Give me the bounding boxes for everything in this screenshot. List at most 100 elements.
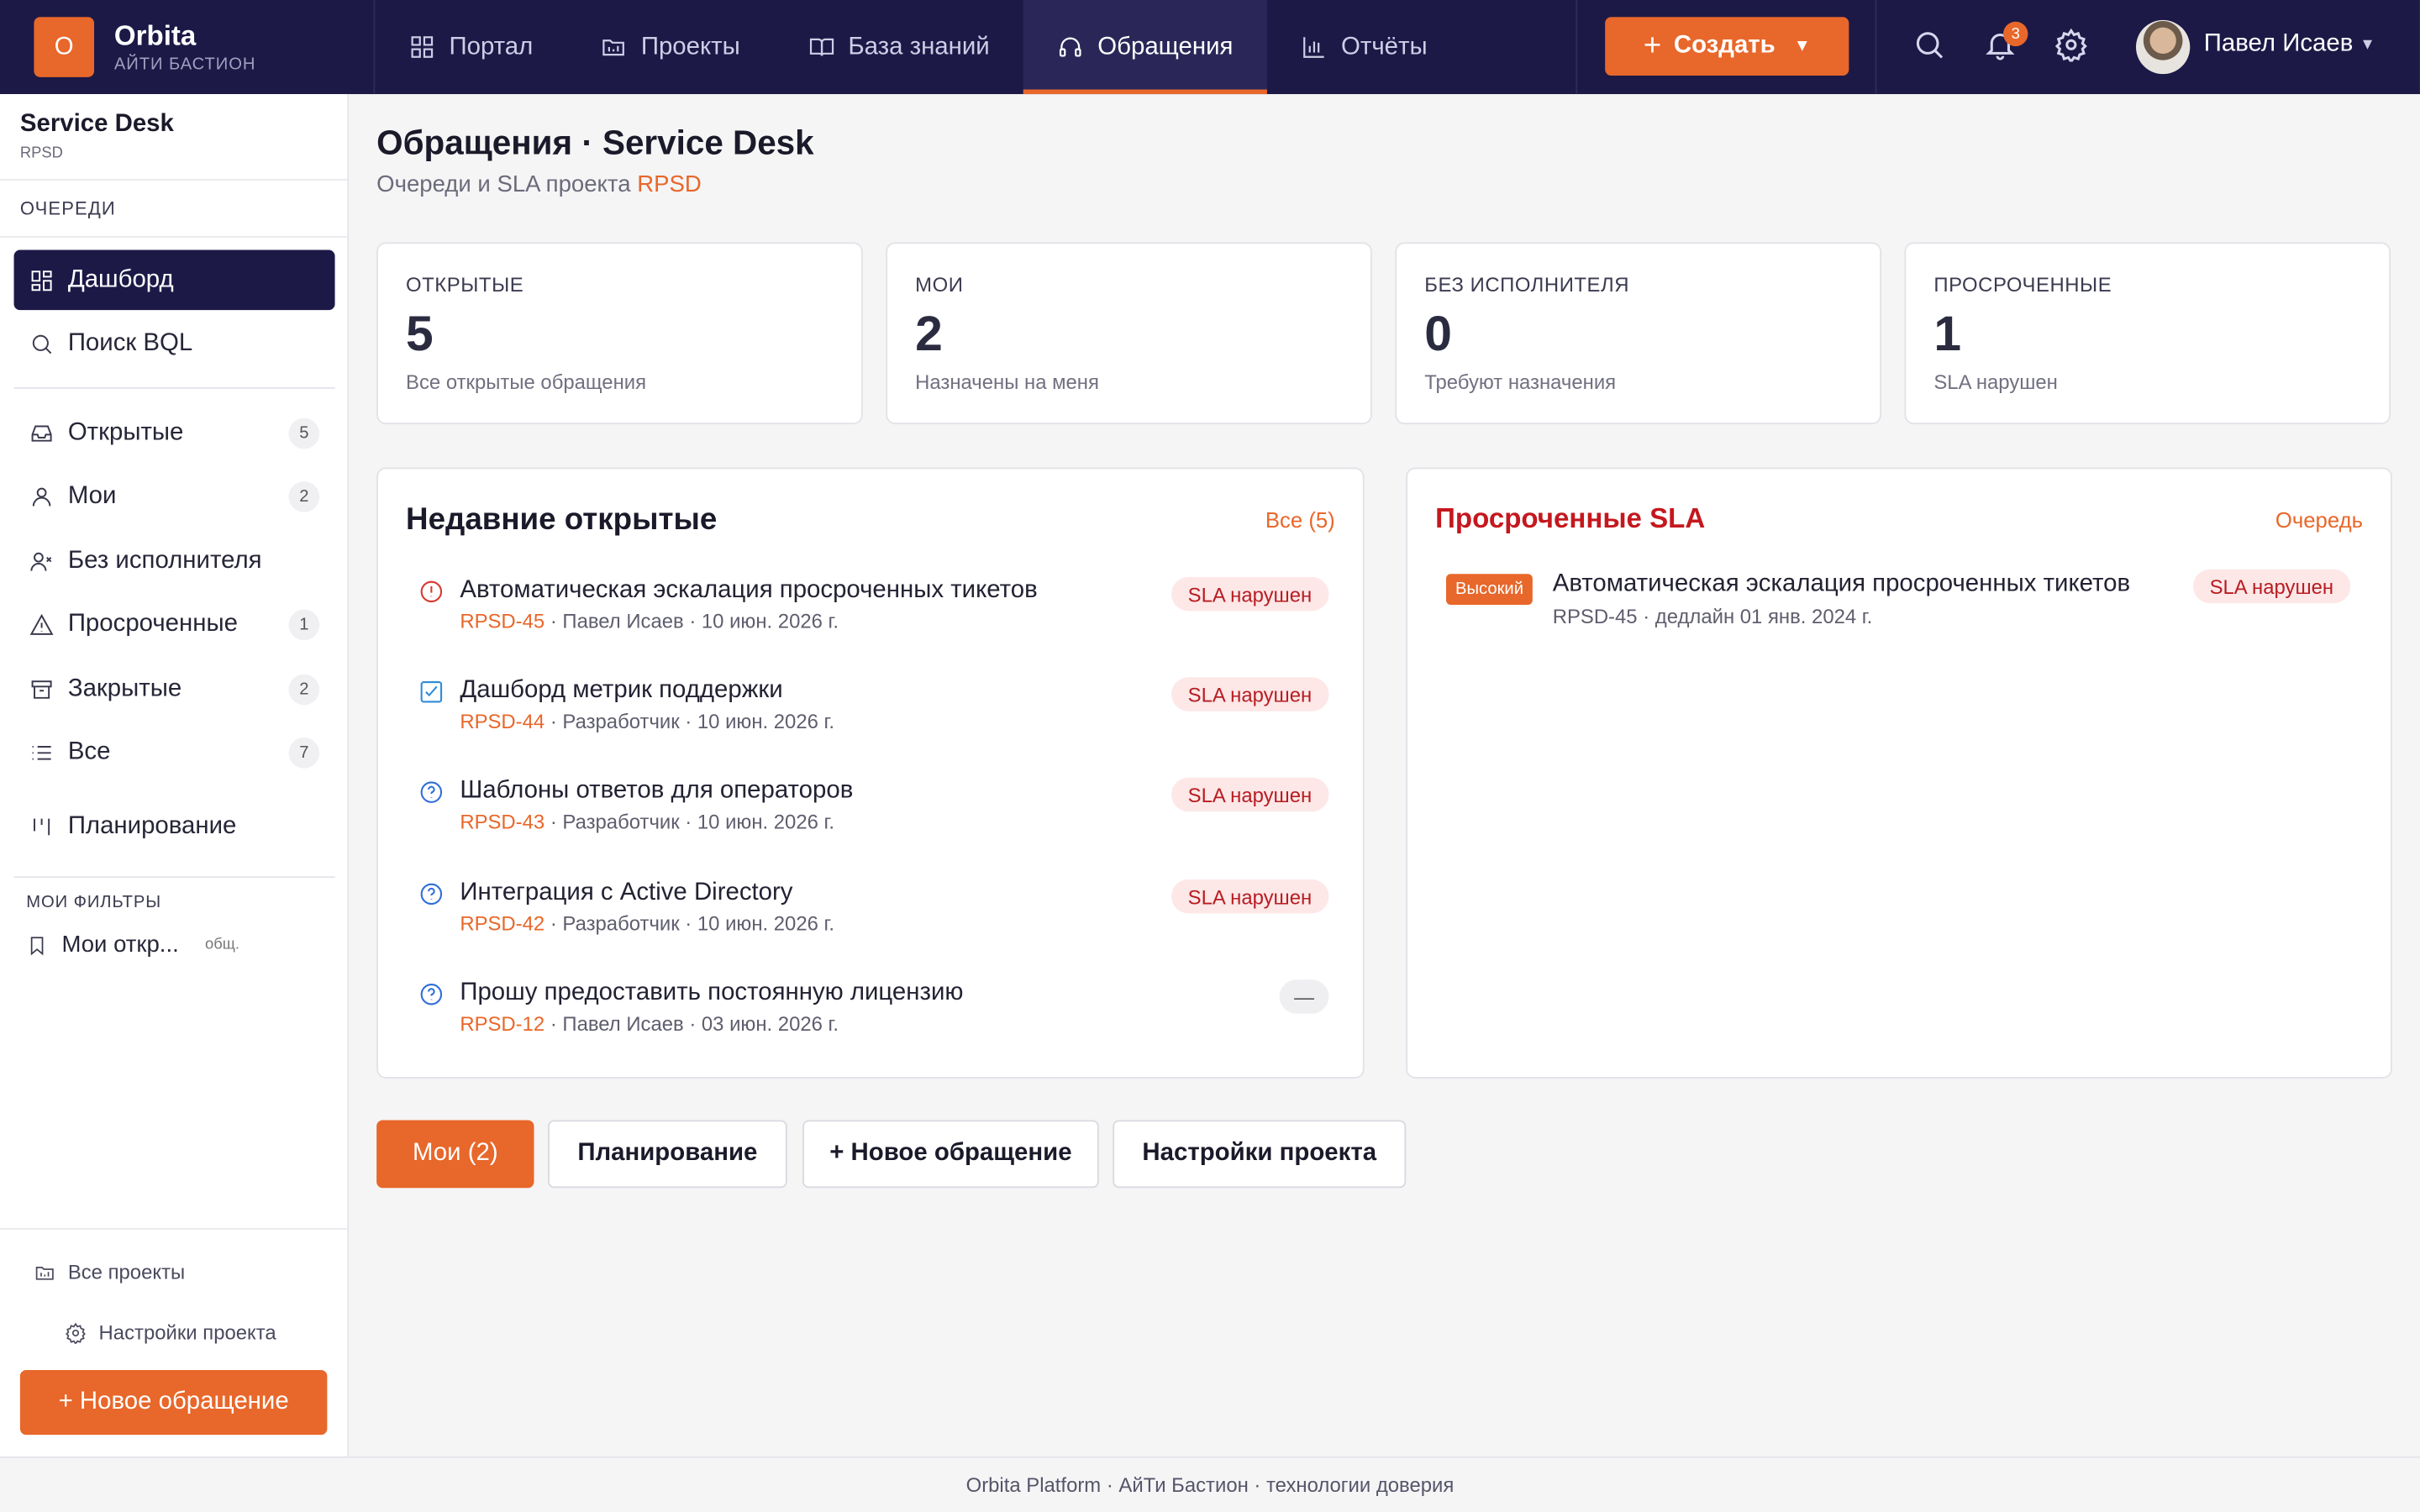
gear-icon bbox=[66, 1321, 86, 1343]
sidebar-item-label: Просроченные bbox=[67, 610, 238, 637]
sidebar-item-bql-search[interactable]: Поиск BQL bbox=[14, 313, 335, 374]
stat-card-mine[interactable]: МОИ 2 Назначены на меня bbox=[886, 242, 1372, 425]
ticket-meta: RPSD-45 · дедлайн 01 янв. 2024 г. bbox=[1552, 604, 1873, 628]
sidebar-item-all[interactable]: Все 7 bbox=[14, 722, 335, 783]
sidebar-item-closed[interactable]: Закрытые 2 bbox=[14, 659, 335, 719]
sidebar-section-title: ОЧЕРЕДИ bbox=[0, 181, 348, 238]
project-settings-link[interactable]: Настройки проекта bbox=[65, 1320, 276, 1344]
sidebar-item-open[interactable]: Открытые 5 bbox=[14, 402, 335, 463]
stat-card-open[interactable]: ОТКРЫТЫЕ 5 Все открытые обращения bbox=[376, 242, 863, 425]
overdue-ticket-row[interactable]: Высокий Автоматическая эскалация просроч… bbox=[1445, 569, 2351, 633]
search-button[interactable] bbox=[1912, 28, 1949, 65]
view-all-link[interactable]: Все (5) bbox=[1265, 507, 1335, 532]
book-icon bbox=[809, 38, 834, 56]
ticket-meta: RPSD-12 · Павел Исаев · 03 июн. 2026 г. bbox=[460, 1012, 839, 1036]
stat-value: 0 bbox=[1424, 305, 1452, 361]
stat-value: 5 bbox=[406, 305, 434, 361]
bar-chart-icon bbox=[1303, 37, 1324, 58]
nav-knowledge-base[interactable]: База знаний bbox=[774, 0, 1023, 94]
sidebar-item-count: 2 bbox=[288, 673, 320, 705]
ticket-meta: RPSD-42 · Разработчик · 10 июн. 2026 г. bbox=[460, 911, 834, 935]
status-badge: SLA нарушен bbox=[1171, 677, 1329, 711]
divider bbox=[13, 387, 335, 389]
inbox-icon bbox=[31, 424, 52, 441]
sidebar-filter-item[interactable]: Мои откр... общ. bbox=[26, 932, 239, 958]
sidebar-filter-label: Мои откр... bbox=[61, 932, 179, 958]
sidebar: Service Desk RPSD ОЧЕРЕДИ Дашборд Поиск … bbox=[0, 94, 350, 1457]
sidebar-item-overdue[interactable]: Просроченные 1 bbox=[14, 594, 335, 654]
project-settings-button[interactable]: Настройки проекта bbox=[1113, 1120, 1407, 1189]
settings-button[interactable] bbox=[2054, 28, 2091, 65]
sidebar-item-count: 7 bbox=[288, 737, 320, 768]
sidebar-filters-title: МОИ ФИЛЬТРЫ bbox=[26, 893, 162, 912]
ticket-row[interactable]: Шаблоны ответов для операторов RPSD-43 ·… bbox=[418, 776, 1329, 853]
all-projects-link[interactable]: Все проекты bbox=[34, 1261, 185, 1284]
divider bbox=[1875, 0, 1877, 95]
create-button[interactable]: + Создать ▼ bbox=[1605, 17, 1849, 76]
sidebar-item-count: 2 bbox=[288, 480, 320, 512]
sidebar-project: Service Desk RPSD bbox=[0, 94, 348, 181]
project-key-link[interactable]: RPSD bbox=[637, 171, 702, 197]
ticket-meta-text: · Разработчик · 10 июн. 2026 г. bbox=[544, 810, 834, 833]
nav-portal[interactable]: Портал bbox=[375, 0, 566, 94]
sidebar-item-dashboard[interactable]: Дашборд bbox=[13, 249, 335, 311]
sidebar-item-label: Дашборд bbox=[67, 265, 174, 293]
sidebar-bottom bbox=[0, 1228, 348, 1230]
user-x-icon bbox=[30, 551, 52, 570]
nav-knowledge-base-label: База знаний bbox=[848, 33, 990, 60]
ticket-meta-text: · Разработчик · 10 июн. 2026 г. bbox=[544, 911, 834, 936]
ticket-row[interactable]: Интеграция с Active Directory RPSD-42 · … bbox=[418, 878, 1329, 955]
sidebar-project-key: RPSD bbox=[19, 144, 63, 162]
archive-icon bbox=[31, 680, 52, 698]
ticket-meta: RPSD-44 · Разработчик · 10 июн. 2026 г. bbox=[460, 710, 834, 733]
alert-circle-icon bbox=[418, 579, 445, 605]
sidebar-item-mine[interactable]: Мои 2 bbox=[14, 466, 335, 527]
queue-link[interactable]: Очередь bbox=[2275, 507, 2363, 532]
ticket-row[interactable]: Автоматическая эскалация просроченных ти… bbox=[418, 575, 1329, 653]
plus-icon: + bbox=[1643, 29, 1662, 64]
brand-name: Orbita bbox=[113, 19, 197, 51]
ticket-row[interactable]: Дашборд метрик поддержки RPSD-44 · Разра… bbox=[418, 675, 1329, 753]
user-name[interactable]: Павел Исаев bbox=[2204, 31, 2354, 59]
ticket-key: RPSD-43 bbox=[460, 810, 545, 833]
page-title: Обращения · Service Desk bbox=[376, 123, 814, 162]
brand-subtitle: АЙТИ БАСТИОН bbox=[113, 55, 256, 75]
question-circle-icon bbox=[418, 981, 445, 1007]
nav-requests[interactable]: Обращения bbox=[1023, 0, 1267, 95]
ticket-row[interactable]: Прошу предоставить постоянную лицензию R… bbox=[418, 978, 1329, 1055]
sidebar-item-unassigned[interactable]: Без исполнителя bbox=[14, 531, 335, 591]
ticket-title: Шаблоны ответов для операторов bbox=[460, 777, 854, 804]
nav-portal-label: Портал bbox=[449, 33, 534, 60]
nav-projects-label: Проекты bbox=[640, 33, 740, 60]
top-bar: O Orbita АЙТИ БАСТИОН Портал Проекты Баз… bbox=[0, 0, 2420, 95]
nav-projects[interactable]: Проекты bbox=[567, 0, 774, 94]
status-badge: — bbox=[1279, 979, 1329, 1014]
sidebar-new-request-button[interactable]: + Новое обращение bbox=[19, 1369, 328, 1436]
all-projects-label: Все проекты bbox=[67, 1260, 186, 1284]
nav-reports[interactable]: Отчёты bbox=[1267, 0, 1461, 94]
chevron-down-icon[interactable]: ▾ bbox=[2363, 33, 2372, 55]
stat-value: 1 bbox=[1933, 305, 1962, 361]
priority-badge: Высокий bbox=[1445, 574, 1534, 605]
ticket-meta-text: · Павел Исаев · 03 июн. 2026 г. bbox=[544, 1011, 839, 1036]
planning-button[interactable]: Планирование bbox=[548, 1120, 787, 1189]
new-request-button[interactable]: + Новое обращение bbox=[802, 1120, 1099, 1189]
status-badge: SLA нарушен bbox=[2192, 569, 2351, 604]
ticket-key: RPSD-44 bbox=[460, 709, 545, 733]
stat-card-unassigned[interactable]: БЕЗ ИСПОЛНИТЕЛЯ 0 Требуют назначения bbox=[1395, 242, 1881, 425]
stat-label: МОИ bbox=[915, 273, 964, 297]
recent-open-panel: Недавние открытые Все (5) Автоматическая… bbox=[376, 467, 1365, 1079]
brand[interactable]: O Orbita АЙТИ БАСТИОН bbox=[0, 0, 376, 95]
avatar[interactable] bbox=[2135, 19, 2191, 75]
ticket-title: Прошу предоставить постоянную лицензию bbox=[460, 979, 964, 1006]
folder-icon bbox=[602, 39, 625, 56]
ticket-title: Автоматическая эскалация просроченных ти… bbox=[460, 576, 1038, 604]
sidebar-item-planning[interactable]: Планирование bbox=[14, 796, 335, 857]
ticket-meta-text: · Павел Исаев · 10 июн. 2026 г. bbox=[544, 609, 839, 633]
footer: Orbita Platform · АйТи Бастион · техноло… bbox=[0, 1456, 2420, 1512]
sidebar-item-label: Планирование bbox=[67, 812, 237, 839]
panel-title: Просроченные SLA bbox=[1435, 502, 1706, 534]
status-badge: SLA нарушен bbox=[1171, 777, 1329, 812]
stat-card-overdue[interactable]: ПРОСРОЧЕННЫЕ 1 SLA нарушен bbox=[1904, 242, 2391, 425]
mine-button[interactable]: Мои (2) bbox=[376, 1120, 534, 1189]
